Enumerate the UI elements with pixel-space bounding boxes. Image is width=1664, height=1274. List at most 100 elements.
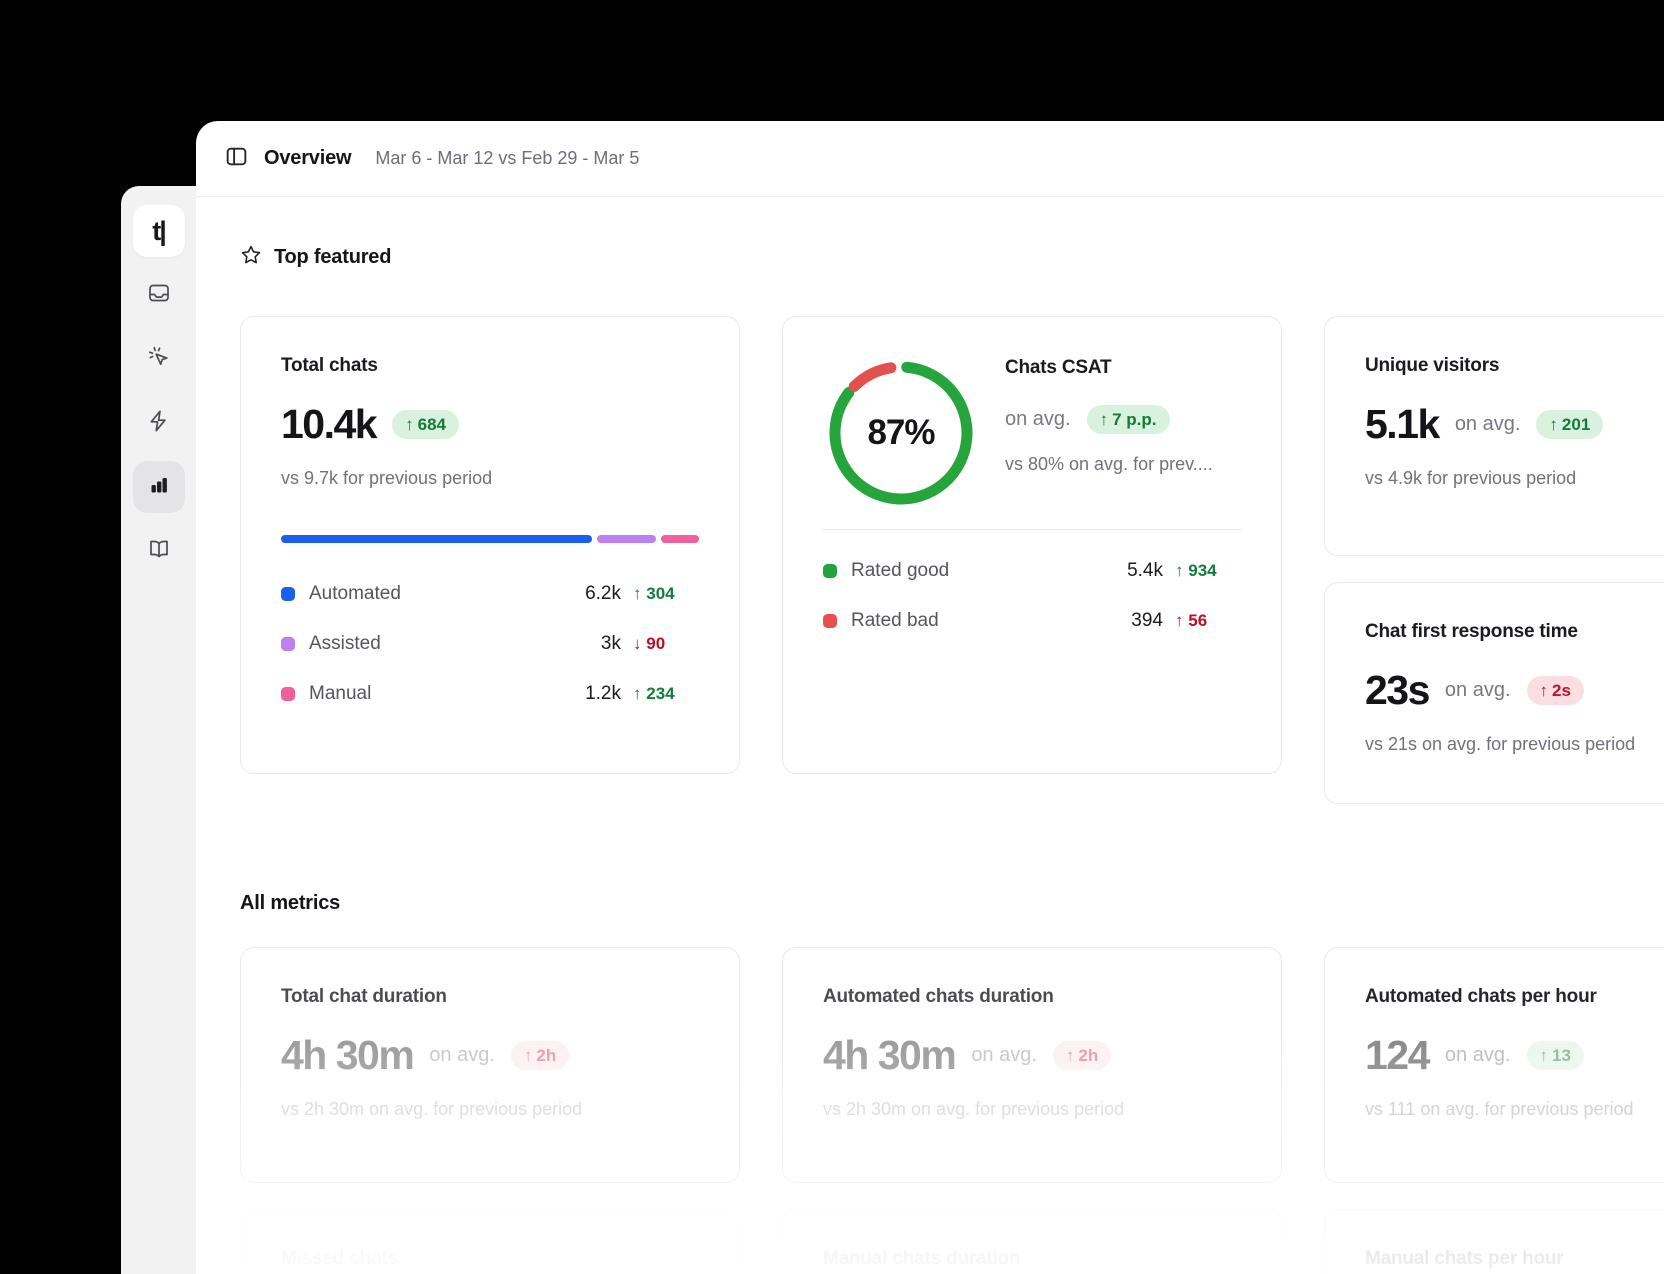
right-card-column: Unique visitors 5.1k on avg. ↑ 201 vs 4.9… (1324, 316, 1664, 804)
divider (823, 529, 1241, 530)
panel-toggle-icon[interactable] (224, 144, 249, 174)
legend-chip (281, 637, 295, 651)
legend-delta: ↑ 934 (1175, 561, 1217, 580)
comparison-text: vs 80% on avg. for prev.... (1005, 454, 1213, 474)
card-title: Chat first response time (1365, 621, 1578, 642)
app-window: Overview Mar 6 - Mar 12 vs Feb 29 - Mar … (196, 121, 1664, 1274)
comparison-text: vs 2h 30m on avg. for previous period (823, 1099, 1125, 1119)
card-unique-visitors: Unique visitors 5.1k on avg. ↑ 201 vs 4.9… (1324, 316, 1664, 556)
metric-value: 4h 30m (281, 1032, 415, 1078)
app-logo[interactable]: t| (132, 205, 185, 257)
arrow-up-icon: ↑ (1175, 611, 1184, 630)
sidebar-item-automation[interactable] (133, 333, 185, 385)
delta-badge: ↑ 2h (510, 1041, 570, 1070)
arrow-up-icon: ↑ (1065, 1046, 1075, 1065)
sidebar: t| (121, 186, 196, 1274)
on-avg-label: on avg. (1444, 1044, 1511, 1066)
legend-chip (823, 614, 837, 628)
legend-delta: ↑ 234 (633, 684, 675, 703)
sidebar-item-analytics[interactable] (132, 461, 185, 513)
card-title: Missed chats (281, 1248, 398, 1269)
delta-badge: ↑ 13 (1526, 1041, 1584, 1070)
bar-segment-automated (281, 535, 593, 543)
comparison-text: vs 21s on avg. for previous period (1365, 734, 1636, 754)
on-avg-label: on avg. (971, 1044, 1037, 1066)
book-icon (147, 537, 171, 566)
click-spark-icon (147, 345, 171, 374)
on-avg-label: on avg. (1444, 679, 1511, 701)
page-title: Overview (264, 147, 352, 169)
legend-delta: ↑ 304 (633, 584, 675, 603)
legend-chip (823, 564, 837, 578)
page-content: Top featured Total chats 10.4k ↑ 684 vs 9… (196, 244, 1664, 1274)
card-title: Unique visitors (1365, 355, 1500, 376)
arrow-up-icon: ↑ (1539, 681, 1549, 700)
metric-value: 23s (1365, 667, 1430, 713)
card-title: Manual chats duration (823, 1248, 1021, 1269)
comparison-text: vs 111 on avg. for previous period (1365, 1099, 1634, 1119)
app-logo-text: t| (152, 215, 166, 246)
on-avg-label: on avg. (429, 1044, 495, 1066)
all-metrics-cards: Total chat duration 4h 30m on avg. ↑ 2h v… (240, 947, 1664, 1274)
card-missed-chats: Missed chats (240, 1209, 740, 1274)
card-total-chat-duration: Total chat duration 4h 30m on avg. ↑ 2h v… (240, 947, 740, 1183)
comparison-text: vs 2h 30m on avg. for previous period (281, 1099, 583, 1119)
card-chats-csat: 87% Chats CSAT on avg. ↑ 7 p.p. vs 80% on… (782, 316, 1282, 774)
comparison-text: vs 9.7k for previous period (281, 468, 493, 488)
arrow-up-icon: ↑ (1549, 415, 1558, 434)
card-manual-chats-per-hour: Manual chats per hour (1324, 1209, 1664, 1274)
date-range[interactable]: Mar 6 - Mar 12 vs Feb 29 - Mar 5 (375, 148, 639, 169)
arrow-up-icon: ↑ (523, 1046, 533, 1065)
top-featured-cards: Total chats 10.4k ↑ 684 vs 9.7k for previ… (240, 316, 1664, 804)
star-icon (240, 244, 262, 271)
card-manual-chats-duration: Manual chats duration (782, 1209, 1282, 1274)
inbox-icon (147, 281, 171, 310)
sidebar-item-knowledge[interactable] (133, 525, 185, 577)
card-total-chats: Total chats 10.4k ↑ 684 vs 9.7k for previ… (240, 316, 740, 774)
sidebar-item-inbox[interactable] (133, 269, 185, 321)
donut-center-value: 87% (867, 413, 935, 452)
card-title: Total chats (281, 355, 378, 376)
card-title: Manual chats per hour (1365, 1248, 1564, 1269)
lightning-icon (147, 409, 171, 438)
card-automated-chats-duration: Automated chats duration 4h 30m on avg. … (782, 947, 1282, 1183)
on-avg-label: on avg. (1454, 413, 1521, 435)
delta-badge: ↑ 201 (1536, 410, 1604, 439)
delta-badge: ↑ 7 p.p. (1086, 405, 1170, 434)
legend: Automated 6.2k ↑ 304 Assisted 3k ↓ 90 Ma… (281, 569, 699, 719)
card-title: Chats CSAT (1005, 357, 1112, 378)
delta-badge: ↑ 684 (392, 410, 459, 439)
legend-row: Manual 1.2k ↑ 234 (281, 669, 699, 719)
bar-chart-icon (147, 473, 171, 502)
section-title: Top featured (274, 246, 392, 268)
legend-row: Rated good 5.4k ↑ 934 (823, 546, 1241, 596)
metric-value: 5.1k (1365, 401, 1440, 447)
arrow-up-icon: ↑ (633, 684, 642, 703)
arrow-up-icon: ↑ (1175, 561, 1184, 580)
metric-value: 4h 30m (823, 1032, 957, 1078)
delta-badge: ↑ 2h (1052, 1041, 1112, 1070)
legend-row: Rated bad 394 ↑ 56 (823, 596, 1241, 646)
card-automated-chats-per-hour: Automated chats per hour 124 on avg. ↑ 13… (1324, 947, 1664, 1183)
bar-segment-manual (660, 535, 699, 543)
metric-value: 10.4k (281, 401, 378, 447)
legend-delta: ↑ 56 (1175, 611, 1208, 630)
legend-chip (281, 587, 295, 601)
arrow-up-icon: ↑ (1539, 1046, 1549, 1065)
comparison-text: vs 4.9k for previous period (1365, 468, 1577, 488)
delta-badge: ↑ 2s (1526, 676, 1584, 705)
sidebar-item-flows[interactable] (133, 397, 185, 449)
arrow-down-icon: ↓ (633, 634, 642, 653)
card-title: Total chat duration (281, 986, 447, 1007)
arrow-up-icon: ↑ (1099, 410, 1109, 429)
arrow-up-icon: ↑ (405, 415, 414, 434)
legend-delta: ↓ 90 (633, 634, 666, 653)
top-featured-heading: Top featured (240, 244, 1664, 271)
csat-donut-chart: 87% (823, 355, 979, 511)
metric-value: 124 (1365, 1032, 1430, 1078)
arrow-up-icon: ↑ (633, 584, 642, 603)
all-metrics-heading: All metrics (240, 892, 341, 914)
card-title: Automated chats per hour (1365, 986, 1597, 1007)
legend-row: Assisted 3k ↓ 90 (281, 619, 699, 669)
card-title: Automated chats duration (823, 986, 1054, 1007)
